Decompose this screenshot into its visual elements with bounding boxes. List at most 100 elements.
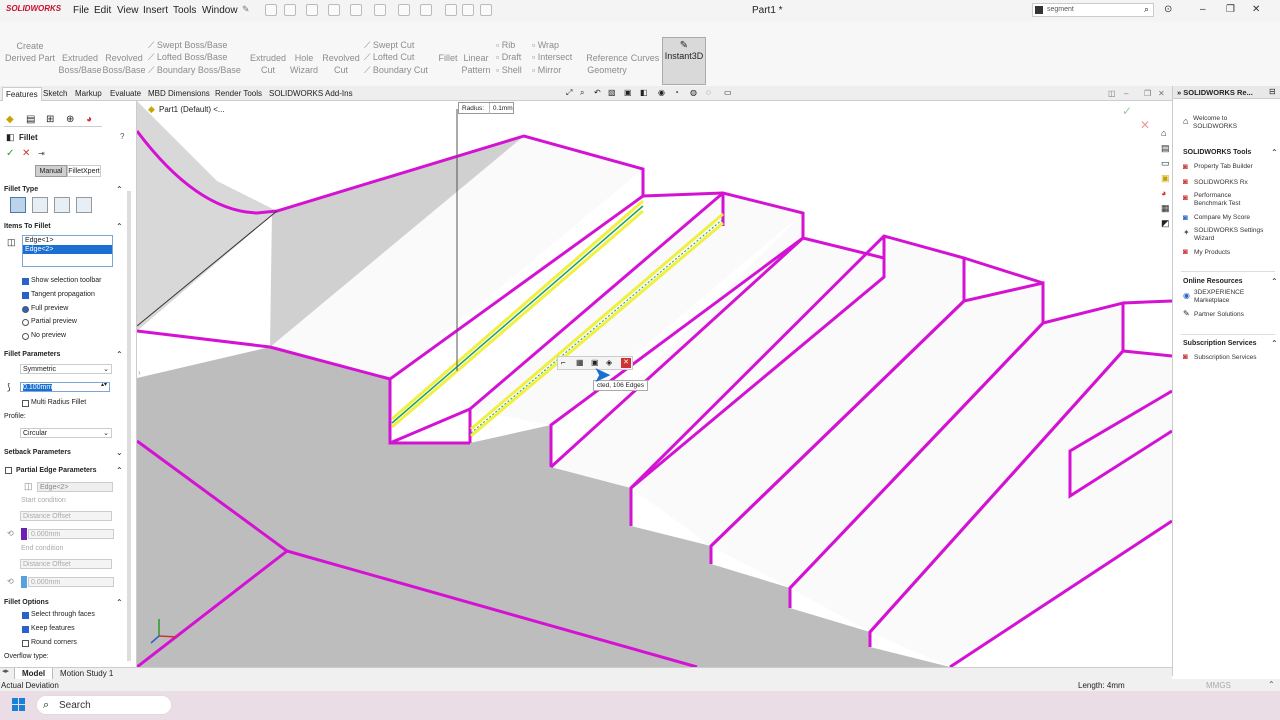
zoom-area-icon[interactable]: ⌕ bbox=[580, 88, 584, 98]
manual-tab[interactable]: Manual bbox=[35, 165, 67, 177]
collapse-icon[interactable]: ⌃ bbox=[116, 350, 123, 359]
tool-link[interactable]: Compare My Score bbox=[1194, 214, 1250, 222]
full-round-fillet-icon[interactable] bbox=[76, 197, 92, 213]
tab-add-ins[interactable]: SOLIDWORKS Add-Ins bbox=[266, 87, 356, 100]
undo-icon[interactable] bbox=[374, 4, 386, 16]
options-icon[interactable] bbox=[480, 4, 492, 16]
tab-mbd-dimensions[interactable]: MBD Dimensions bbox=[145, 87, 213, 100]
close-icon[interactable]: ✕ bbox=[621, 358, 631, 368]
ok-icon[interactable]: ✓ bbox=[6, 148, 14, 159]
open-icon[interactable] bbox=[306, 4, 318, 16]
cancel-icon[interactable]: ✕ bbox=[22, 148, 30, 159]
revolved-boss-button[interactable]: Revolved Boss/Base bbox=[102, 52, 146, 76]
menu-file[interactable]: File bbox=[73, 5, 89, 16]
welcome-link[interactable]: Welcome to SOLIDWORKS bbox=[1193, 115, 1237, 131]
intersect-button[interactable]: ▫ Intersect bbox=[532, 51, 572, 63]
select-loop-icon[interactable]: ▦ bbox=[576, 358, 584, 367]
collapse-icon[interactable]: ⌃ bbox=[1271, 148, 1278, 157]
multi-radius-checkbox[interactable] bbox=[22, 400, 29, 407]
tab-markup[interactable]: Markup bbox=[72, 87, 105, 100]
radius-callout[interactable]: Radius: 0.1mm bbox=[458, 102, 514, 114]
viewport-maximize-icon[interactable]: ❐ bbox=[1144, 89, 1151, 98]
zoom-to-fit-icon[interactable]: ⤢ bbox=[566, 88, 572, 98]
instant3d-button[interactable]: ✎ Instant3D bbox=[662, 37, 706, 85]
partial-edge-checkbox[interactable] bbox=[5, 467, 12, 474]
dimxpert-icon[interactable]: ⊕ bbox=[66, 114, 74, 125]
scroll-arrows-icon[interactable]: ◂▸ bbox=[2, 667, 9, 675]
home-icon[interactable]: ⌂ bbox=[1161, 128, 1166, 138]
panel-scrollbar[interactable] bbox=[127, 191, 131, 661]
search-input[interactable]: segment ⌕ bbox=[1032, 3, 1154, 17]
mirror-button[interactable]: ▫ Mirror bbox=[532, 64, 561, 76]
hole-wizard-button[interactable]: Hole Wizard bbox=[286, 52, 322, 76]
save-icon[interactable] bbox=[328, 4, 340, 16]
tangent-propagation-checkbox[interactable] bbox=[22, 292, 29, 299]
extruded-boss-button[interactable]: Extruded Boss/Base bbox=[58, 52, 102, 76]
search-icon[interactable]: ⌕ bbox=[1144, 4, 1149, 15]
face-fillet-icon[interactable] bbox=[54, 197, 70, 213]
view-settings-icon[interactable]: ▭ bbox=[724, 88, 732, 97]
profile-select[interactable]: Circular ⌄ bbox=[20, 428, 112, 438]
draft-button[interactable]: ▫ Draft bbox=[496, 51, 521, 63]
appearances-icon[interactable]: ◕ bbox=[1161, 188, 1166, 198]
view-orientation-icon[interactable]: ◧ bbox=[640, 88, 648, 97]
reference-geometry-button[interactable]: Reference Geometry bbox=[584, 52, 630, 76]
method-select[interactable]: Symmetric ⌄ bbox=[20, 364, 112, 374]
select-through-faces-checkbox[interactable] bbox=[22, 612, 29, 619]
collapse-icon[interactable]: ⌃ bbox=[116, 466, 123, 475]
radius-input[interactable]: 0.100mm ▴▾ bbox=[20, 382, 110, 392]
collapse-icon[interactable]: ⌃ bbox=[116, 222, 123, 231]
rebuild-icon[interactable] bbox=[445, 4, 457, 16]
display-manager-icon[interactable]: ◕ bbox=[86, 114, 92, 125]
swept-boss-button[interactable]: ⟋ Swept Boss/Base bbox=[148, 39, 227, 51]
help-icon[interactable]: ⊙ bbox=[1164, 4, 1172, 15]
revolved-cut-button[interactable]: Revolved Cut bbox=[320, 52, 362, 76]
radius-callout-value[interactable]: 0.1mm bbox=[488, 103, 513, 114]
tab-motion-study[interactable]: Motion Study 1 bbox=[56, 668, 117, 679]
collapse-icon[interactable]: ⌃ bbox=[116, 185, 123, 194]
menu-view[interactable]: View bbox=[117, 5, 139, 16]
viewport-restore-icon[interactable]: – bbox=[1124, 89, 1128, 98]
show-selection-toolbar-checkbox[interactable] bbox=[22, 278, 29, 285]
solidworks-forum-icon[interactable]: ◩ bbox=[1161, 218, 1170, 229]
redo-icon[interactable] bbox=[398, 4, 410, 16]
edges-list[interactable]: Edge<1> Edge<2> bbox=[22, 235, 113, 267]
menu-tools[interactable]: Tools bbox=[173, 5, 196, 16]
menu-edit[interactable]: Edit bbox=[94, 5, 111, 16]
resource-link[interactable]: Partner Solutions bbox=[1194, 311, 1244, 319]
print-icon[interactable] bbox=[350, 4, 362, 16]
viewport-close-icon[interactable]: ✕ bbox=[1158, 89, 1165, 98]
round-corners-checkbox[interactable] bbox=[22, 640, 29, 647]
section-view-icon[interactable]: ▧ bbox=[608, 88, 616, 97]
select-icon[interactable] bbox=[420, 4, 432, 16]
extruded-cut-button[interactable]: Extruded Cut bbox=[248, 52, 288, 76]
end-offset-input[interactable]: 0.000mm bbox=[28, 577, 114, 587]
resource-link[interactable]: 3DEXPERIENCE Marketplace bbox=[1194, 289, 1244, 305]
collapse-icon[interactable]: ⌃ bbox=[1271, 277, 1278, 286]
shell-button[interactable]: ▫ Shell bbox=[496, 64, 522, 76]
file-properties-icon[interactable] bbox=[462, 4, 474, 16]
unit-system[interactable]: MMGS bbox=[1206, 681, 1231, 690]
pushpin-icon[interactable]: ⇥ bbox=[38, 149, 45, 158]
tool-link[interactable]: SOLIDWORKS Settings Wizard bbox=[1194, 227, 1263, 243]
tab-render-tools[interactable]: Render Tools bbox=[212, 87, 265, 100]
fillet-button[interactable]: Fillet bbox=[436, 52, 460, 64]
home-icon[interactable] bbox=[265, 4, 277, 16]
boundary-boss-button[interactable]: ⟋ Boundary Boss/Base bbox=[148, 64, 241, 76]
taskbar-search[interactable]: ⌕ Search bbox=[36, 695, 172, 715]
end-condition-select[interactable]: Distance Offset bbox=[20, 559, 112, 569]
viewport-minimize-icon[interactable]: ◫ bbox=[1108, 89, 1116, 98]
confirm-corner-ok-icon[interactable]: ✓ bbox=[1122, 104, 1132, 118]
create-derived-part-button[interactable]: Create Derived Part bbox=[4, 40, 56, 64]
list-item[interactable]: Edge<2> bbox=[23, 245, 112, 254]
full-preview-radio[interactable] bbox=[22, 306, 29, 313]
tool-link[interactable]: Property Tab Builder bbox=[1194, 163, 1253, 171]
select-tangency-icon[interactable]: ⌐ bbox=[561, 358, 566, 367]
minimize-button[interactable]: – bbox=[1200, 4, 1206, 15]
no-preview-radio[interactable] bbox=[22, 333, 29, 340]
pin-icon[interactable]: ⊟ bbox=[1269, 87, 1276, 96]
tab-sketch[interactable]: Sketch bbox=[40, 87, 70, 100]
expand-icon[interactable]: ⌄ bbox=[116, 448, 123, 457]
menu-insert[interactable]: Insert bbox=[143, 5, 168, 16]
previous-view-icon[interactable]: ↶ bbox=[594, 88, 601, 97]
